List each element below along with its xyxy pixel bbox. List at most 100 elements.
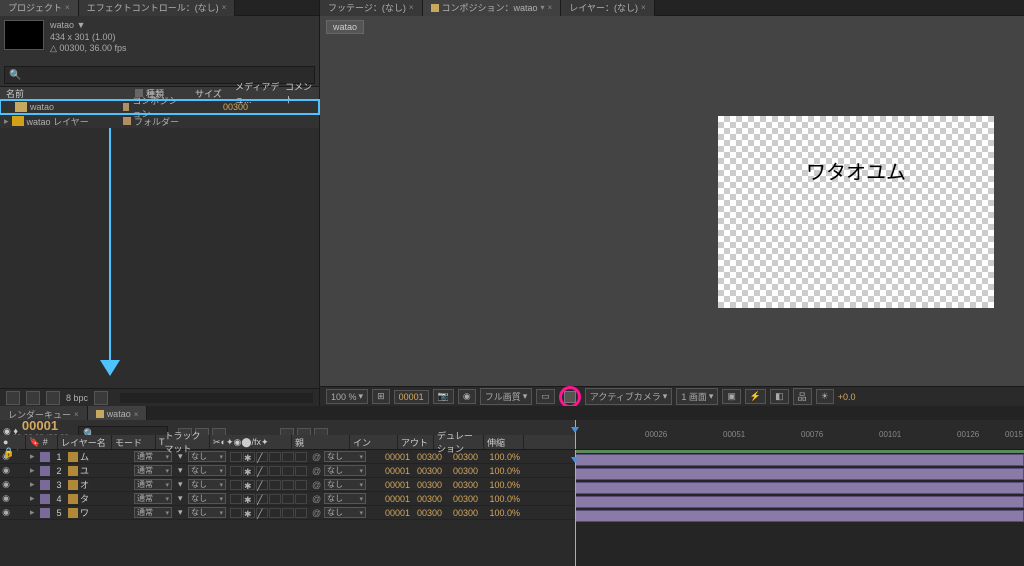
tab-footage[interactable]: フッテージ：(なし)× <box>320 0 423 16</box>
col-trkmat[interactable]: トラックマット <box>165 429 207 455</box>
col-layer-name[interactable]: レイヤー名 <box>58 435 112 449</box>
duration[interactable]: 00300 <box>442 508 478 518</box>
exposure-reset-button[interactable]: ☀ <box>816 389 834 404</box>
out-point[interactable]: 00300 <box>406 480 442 490</box>
out-point[interactable]: 00300 <box>406 494 442 504</box>
blend-mode-dropdown[interactable]: 通常 <box>134 507 172 518</box>
fx-switch[interactable] <box>269 452 281 462</box>
in-point[interactable]: 00001 <box>370 466 406 476</box>
frame-blend-switch[interactable] <box>282 452 294 462</box>
stretch[interactable]: 100.0% <box>478 508 520 518</box>
tab-composition[interactable]: コンポジション：watao▾× <box>423 0 562 16</box>
duration[interactable]: 00300 <box>442 480 478 490</box>
layer-name[interactable]: ユ <box>80 464 134 477</box>
label-color[interactable] <box>40 466 50 476</box>
close-icon[interactable]: × <box>409 3 414 12</box>
layer-name[interactable]: ワ <box>80 506 134 519</box>
pickwhip-icon[interactable]: @ <box>312 480 322 490</box>
close-icon[interactable]: × <box>548 3 553 12</box>
close-icon[interactable]: × <box>134 410 139 419</box>
collapse-switch[interactable]: ✱ <box>243 452 255 462</box>
composition-canvas[interactable]: ワタオユム <box>718 116 994 308</box>
trkmat-dropdown[interactable]: なし <box>188 493 226 504</box>
resolution-dropdown[interactable]: フル画質 ▾ <box>480 388 533 405</box>
col-duration[interactable]: デュレーション <box>434 435 484 449</box>
blend-mode-dropdown[interactable]: 通常 <box>134 479 172 490</box>
frame-blend-switch[interactable] <box>282 508 294 518</box>
shy-switch[interactable] <box>230 508 242 518</box>
timeline-button[interactable]: ◧ <box>770 389 789 404</box>
shy-switch[interactable] <box>230 494 242 504</box>
camera-dropdown[interactable]: アクティブカメラ ▾ <box>585 388 673 405</box>
roi-button[interactable]: ▭ <box>536 389 555 404</box>
header-size[interactable]: サイズ <box>195 87 235 99</box>
quality-switch[interactable]: ╱ <box>256 466 268 476</box>
parent-dropdown[interactable]: なし <box>324 479 366 490</box>
shy-switch[interactable] <box>230 452 242 462</box>
current-frame[interactable]: 00001 <box>394 390 429 404</box>
fast-previews-button[interactable]: ⚡ <box>745 389 766 404</box>
pixel-aspect-button[interactable]: ▣ <box>722 389 741 404</box>
stretch[interactable]: 100.0% <box>478 480 520 490</box>
composition-viewer[interactable]: watao ワタオユム <box>320 16 1024 386</box>
trkmat-dropdown[interactable]: なし <box>188 507 226 518</box>
layer-bar-3[interactable] <box>575 482 1024 494</box>
tab-layer[interactable]: レイヤー：(なし)× <box>561 0 654 16</box>
fx-switch[interactable] <box>269 480 281 490</box>
frame-blend-switch[interactable] <box>282 466 294 476</box>
in-point[interactable]: 00001 <box>370 494 406 504</box>
out-point[interactable]: 00300 <box>406 466 442 476</box>
layer-bar-4[interactable] <box>575 496 1024 508</box>
frame-blend-switch[interactable] <box>282 494 294 504</box>
fx-switch[interactable] <box>269 466 281 476</box>
frame-blend-switch[interactable] <box>282 480 294 490</box>
collapse-switch[interactable]: ✱ <box>243 494 255 504</box>
visibility-toggle[interactable]: ◉ <box>0 507 12 518</box>
project-item-watao[interactable]: watao コンポジション 00300 <box>0 100 319 114</box>
close-icon[interactable]: × <box>65 3 70 12</box>
label-color[interactable] <box>40 452 50 462</box>
flowchart-button[interactable]: 品 <box>793 388 812 405</box>
header-comment[interactable]: コメント <box>285 87 319 99</box>
layer-bar-2[interactable] <box>575 468 1024 480</box>
header-name[interactable]: 名前 <box>0 87 135 99</box>
layer-row[interactable]: ◉▸4タ通常▾なし✱╱@なし000010030000300100.0% <box>0 492 575 506</box>
shy-switch[interactable] <box>230 466 242 476</box>
pickwhip-icon[interactable]: @ <box>312 494 322 504</box>
layer-row[interactable]: ◉▸3オ通常▾なし✱╱@なし000010030000300100.0% <box>0 478 575 492</box>
trkmat-dropdown[interactable]: なし <box>188 465 226 476</box>
motion-blur-switch[interactable] <box>295 480 307 490</box>
fx-switch[interactable] <box>269 494 281 504</box>
in-point[interactable]: 00001 <box>370 452 406 462</box>
close-icon[interactable]: × <box>74 410 79 419</box>
collapse-switch[interactable]: ✱ <box>243 508 255 518</box>
col-in[interactable]: イン <box>350 435 398 449</box>
visibility-toggle[interactable]: ◉ <box>0 479 12 490</box>
twirl-icon[interactable]: ▸ <box>30 451 38 462</box>
parent-dropdown[interactable]: なし <box>324 451 366 462</box>
interpret-footage-button[interactable] <box>6 391 20 405</box>
project-body[interactable] <box>0 128 319 388</box>
quality-switch[interactable]: ╱ <box>256 508 268 518</box>
col-mode[interactable]: モード <box>112 435 156 449</box>
col-out[interactable]: アウト <box>398 435 434 449</box>
layer-row[interactable]: ◉▸5ワ通常▾なし✱╱@なし000010030000300100.0% <box>0 506 575 520</box>
collapse-switch[interactable]: ✱ <box>243 466 255 476</box>
layer-name[interactable]: オ <box>80 478 134 491</box>
motion-blur-switch[interactable] <box>295 452 307 462</box>
exposure-value[interactable]: +0.0 <box>838 392 856 402</box>
quality-switch[interactable]: ╱ <box>256 494 268 504</box>
tab-effect-controls[interactable]: エフェクトコントロール：(なし)× <box>79 0 236 16</box>
quality-switch[interactable]: ╱ <box>256 480 268 490</box>
layer-name[interactable]: ム <box>80 450 134 463</box>
label-color[interactable] <box>40 508 50 518</box>
bpc-label[interactable]: 8 bpc <box>66 393 88 403</box>
label-color[interactable] <box>40 494 50 504</box>
pickwhip-icon[interactable]: @ <box>312 452 322 462</box>
layer-name[interactable]: タ <box>80 492 134 505</box>
twirl-icon[interactable]: ▸ <box>30 465 38 476</box>
blend-mode-dropdown[interactable]: 通常 <box>134 493 172 504</box>
new-folder-button[interactable] <box>26 391 40 405</box>
work-area-bar[interactable] <box>575 450 1024 453</box>
duration[interactable]: 00300 <box>442 466 478 476</box>
